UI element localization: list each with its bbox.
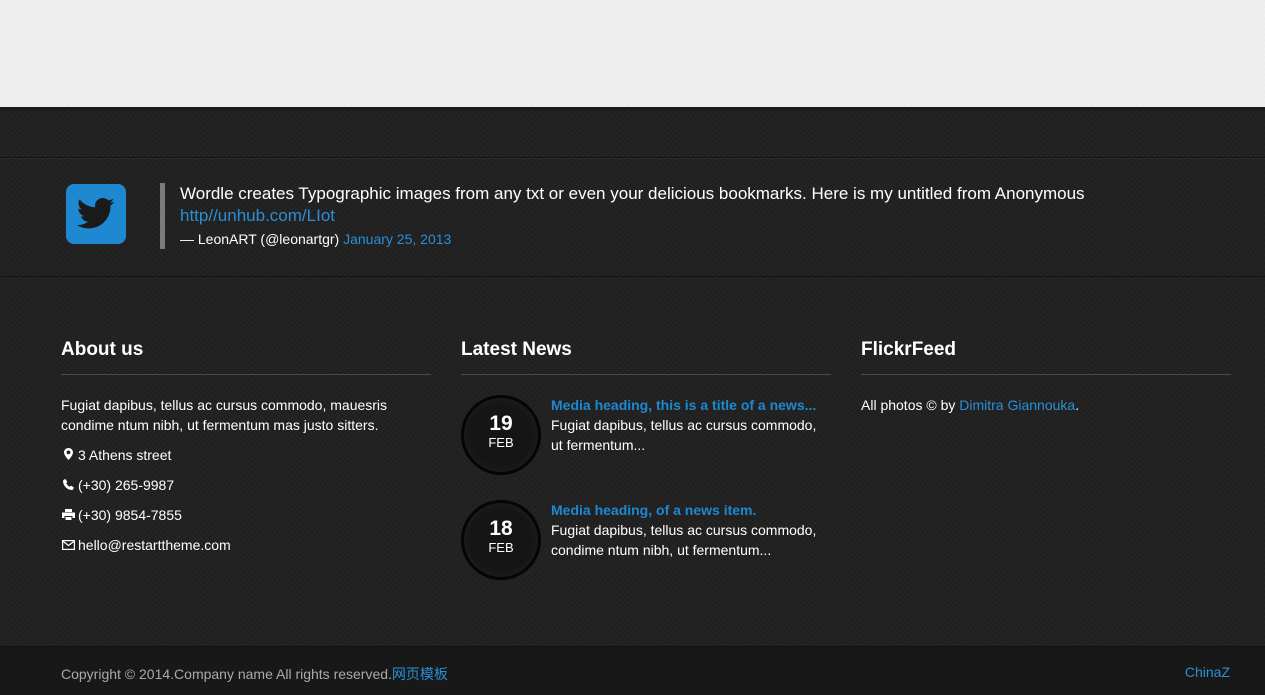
flickr-credit: All photos © by Dimitra Giannouka. — [861, 395, 1231, 415]
email-text: hello@restarttheme.com — [78, 537, 231, 553]
contact-fax: (+30) 9854-7855 — [61, 505, 431, 525]
news-description: Fugiat dapibus, tellus ac cursus commodo… — [551, 417, 817, 453]
copyright-text: Copyright © 2014.Company name All rights… — [61, 664, 448, 684]
phone-text: (+30) 265-9987 — [78, 477, 175, 493]
tweet-quote: Wordle creates Typographic images from a… — [160, 183, 1085, 249]
flickr-suffix: . — [1075, 397, 1080, 413]
news-day: 19 — [489, 412, 513, 435]
news-heading-link[interactable]: Media heading, this is a title of a news… — [551, 397, 816, 413]
news-date-badge: 18 FEB — [461, 500, 541, 580]
about-column: About us Fugiat dapibus, tellus ac cursu… — [61, 338, 431, 555]
print-icon — [61, 505, 75, 525]
fax-text: (+30) 9854-7855 — [78, 507, 182, 523]
flickr-prefix: All photos © by — [861, 397, 956, 413]
contact-phone: (+30) 265-9987 — [61, 475, 431, 495]
map-marker-icon — [61, 445, 75, 465]
phone-icon — [61, 475, 75, 495]
news-day: 18 — [489, 517, 513, 540]
twitter-icon[interactable] — [66, 184, 126, 244]
envelope-icon — [61, 535, 75, 555]
news-heading-link[interactable]: Media heading, of a news item. — [551, 502, 756, 518]
tweet-author: — LeonART (@leonartgr) — [180, 231, 340, 247]
copyright-label: Copyright © 2014.Company name All rights… — [61, 666, 392, 682]
about-text: Fugiat dapibus, tellus ac cursus commodo… — [61, 397, 388, 433]
news-item[interactable]: 19 FEB Media heading, this is a title of… — [461, 395, 831, 475]
news-item[interactable]: 18 FEB Media heading, of a news item. Fu… — [461, 500, 831, 580]
tweet-link[interactable]: http//unhub.com/LIot — [180, 206, 335, 225]
twitter-bird-icon — [76, 198, 115, 229]
flickr-title: FlickrFeed — [861, 338, 1231, 375]
news-title: Latest News — [461, 338, 831, 375]
about-title: About us — [61, 338, 431, 375]
contact-address: 3 Athens street — [61, 445, 431, 465]
news-date-badge: 19 FEB — [461, 395, 541, 475]
flickr-author-link[interactable]: Dimitra Giannouka — [959, 397, 1075, 413]
address-text: 3 Athens street — [78, 447, 172, 463]
top-band — [0, 0, 1265, 107]
contact-email: hello@restarttheme.com — [61, 535, 431, 555]
tweet-text: Wordle creates Typographic images from a… — [180, 184, 1085, 203]
tweet-meta: — LeonART (@leonartgr) January 25, 2013 — [180, 227, 1085, 251]
news-description: Fugiat dapibus, tellus ac cursus commodo… — [551, 522, 817, 558]
flickr-column: FlickrFeed All photos © by Dimitra Giann… — [861, 338, 1231, 415]
news-month: FEB — [488, 435, 514, 450]
copyright-bar: Copyright © 2014.Company name All rights… — [0, 646, 1265, 695]
chinaz-link[interactable]: ChinaZ — [1185, 664, 1230, 680]
news-month: FEB — [488, 540, 514, 555]
template-link[interactable]: 网页模板 — [392, 666, 448, 682]
tweet-date-link[interactable]: January 25, 2013 — [343, 231, 451, 247]
news-column: Latest News 19 FEB Media heading, this i… — [461, 338, 831, 580]
